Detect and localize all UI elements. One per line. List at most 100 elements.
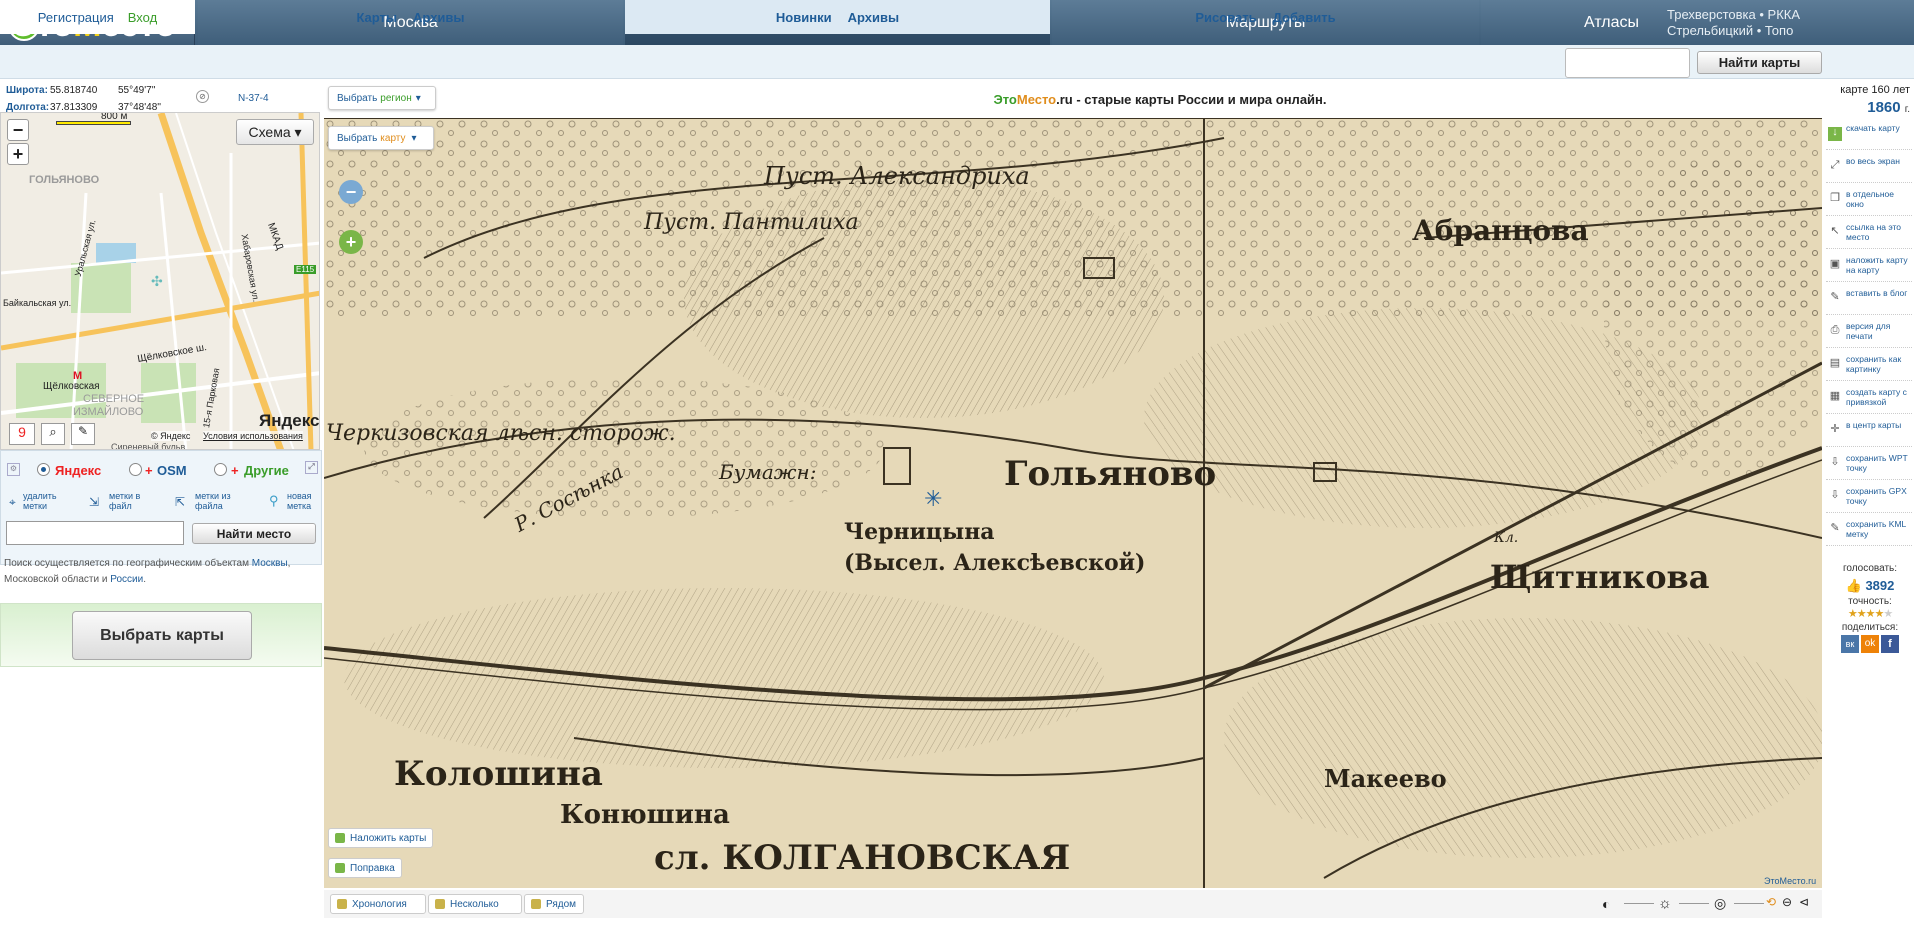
save-image-icon: ▤ [1829, 357, 1841, 369]
find-place-button[interactable]: Найти место [192, 523, 316, 544]
label-alexandrikha: Пуст. Александриха [764, 162, 1030, 190]
atlas-links[interactable]: Трехверстовка • РККА Стрельбицкий • Топо [1667, 7, 1800, 39]
expand-icon[interactable]: ⤢ [305, 461, 318, 474]
map-search-input[interactable] [1565, 48, 1690, 78]
brightness-slider[interactable] [1679, 903, 1709, 904]
new-window-action[interactable]: ❐ в отдельное окно [1826, 184, 1912, 216]
yandex-layer-label[interactable]: Яндекс [55, 463, 101, 478]
download-map-action[interactable]: ↓ скачать карту [1826, 118, 1912, 150]
thumbs-up-icon[interactable]: 👍 [1846, 578, 1862, 593]
draw-link[interactable]: Рисовать [1195, 10, 1256, 25]
search-note-moscow-link[interactable]: Москвы [252, 558, 288, 569]
brightness-icon[interactable]: ☼ [1658, 895, 1672, 912]
nav-atlases-label[interactable]: Атласы [1584, 0, 1639, 45]
chronology-button[interactable]: Хронология [330, 894, 426, 914]
opacity-slider[interactable] [1734, 903, 1764, 904]
contrast-icon[interactable]: ◐ [1602, 896, 1610, 912]
place-search-input[interactable] [6, 521, 184, 545]
overlay-action[interactable]: ▣ наложить карту на карту [1826, 250, 1912, 282]
search-note: Поиск осуществляется по географическим о… [4, 556, 316, 588]
archives-link[interactable]: Архивы [413, 10, 464, 25]
minus-icon[interactable]: ⊖ [1782, 895, 1792, 909]
search-note-russia-link[interactable]: России [110, 574, 143, 585]
gpx-icon: ⇩ [1830, 489, 1840, 501]
kml-icon: ✎ [1830, 522, 1840, 534]
ruler-tool-icon[interactable]: ✎ [71, 423, 95, 445]
yandex-radio[interactable] [37, 463, 50, 476]
minimap-zoom-out-button[interactable]: − [7, 119, 29, 141]
historical-map[interactable]: Пуст. Александриха Пуст. Пантилиха Абран… [324, 118, 1822, 888]
new-mark-icon[interactable]: ⚲ [269, 493, 279, 509]
wpt-action[interactable]: ⇩ сохранить WPT точку [1826, 448, 1912, 480]
login-link[interactable]: Вход [128, 10, 157, 25]
fullscreen-action[interactable]: ⤢ во весь экран [1826, 151, 1912, 183]
other-layer-label[interactable]: Другие [244, 463, 289, 478]
select-map-dropdown[interactable]: Выбрать карту ▾ [328, 126, 434, 150]
osm-layer-label[interactable]: OSM [157, 463, 187, 478]
map-credits[interactable]: ЭтоМесто.ru [1764, 876, 1816, 886]
find-maps-button[interactable]: Найти карты [1697, 51, 1822, 74]
opacity-icon[interactable]: ◎ [1714, 895, 1726, 912]
magnifier-tool-icon[interactable]: ⌕ [41, 423, 65, 445]
choose-maps-button[interactable]: Выбрать карты [72, 611, 252, 660]
atlas-links-line1[interactable]: Трехверстовка • РККА [1667, 7, 1800, 23]
regions-archives-link[interactable]: Архивы [848, 10, 899, 25]
create-map-action[interactable]: ▦ создать карту с привязкой [1826, 382, 1912, 414]
compass-icon[interactable]: ⊘ [196, 90, 209, 103]
marks-to-file-icon[interactable]: ⇲ [89, 495, 99, 509]
chronology-icon [337, 899, 347, 909]
map-zoom-out-button[interactable]: − [339, 180, 363, 204]
vk-icon[interactable]: вк [1841, 635, 1859, 653]
side-by-side-button[interactable]: Рядом [524, 894, 584, 914]
print-action[interactable]: ⎙ версия для печати [1826, 316, 1912, 348]
nav-atlases[interactable]: Атласы Трехверстовка • РККА Стрельбицкий… [1481, 0, 1914, 45]
regions-subnav: Новинки Архивы [625, 0, 1050, 34]
facebook-icon[interactable]: f [1881, 635, 1899, 653]
select-region-label-b: регион [380, 92, 412, 104]
embed-action[interactable]: ✎ вставить в блог [1826, 283, 1912, 315]
news-link[interactable]: Новинки [776, 10, 832, 25]
back-icon[interactable]: ⊲ [1799, 895, 1809, 909]
add-link[interactable]: Добавить [1273, 10, 1336, 25]
star-4[interactable]: ★ [1874, 608, 1884, 620]
terms-link[interactable]: Условия использования [203, 431, 303, 441]
delete-marks-icon[interactable]: ⌖ [9, 495, 16, 510]
accuracy-stars[interactable]: ★★★★★ [1830, 607, 1910, 620]
map-zoom-in-button[interactable]: + [339, 230, 363, 254]
new-mark-link[interactable]: новая метка [287, 491, 321, 511]
select-region-dropdown[interactable]: Выбрать регион ▾ [328, 86, 436, 110]
link-action[interactable]: ↖ ссылка на это место [1826, 217, 1912, 249]
label-cherkizovskaya: Черкизовская лѣсн. сторож. [326, 421, 676, 446]
marks-to-file-link[interactable]: метки в файл [109, 491, 149, 511]
center-action[interactable]: ✛ в центр карты [1826, 415, 1912, 447]
marks-from-file-link[interactable]: метки из файла [195, 491, 239, 511]
other-radio[interactable] [214, 463, 227, 476]
kml-action[interactable]: ✎ сохранить KML метку [1826, 514, 1912, 546]
minimap-zoom-in-button[interactable]: + [7, 143, 29, 165]
reset-icon[interactable]: ⟲ [1766, 895, 1776, 909]
star-1[interactable]: ★ [1848, 608, 1858, 620]
link-label: ссылка на это место [1846, 222, 1902, 242]
register-link[interactable]: Регистрация [38, 10, 114, 25]
save-image-action[interactable]: ▤ сохранить как картинку [1826, 349, 1912, 381]
several-button[interactable]: Несколько [428, 894, 522, 914]
overlay-label: наложить карту на карту [1846, 255, 1908, 275]
star-2[interactable]: ★ [1857, 608, 1867, 620]
marker-tool-icon[interactable]: 9 [9, 423, 35, 445]
map-type-select[interactable]: Схема ▾ [236, 119, 314, 145]
center-icon: ✛ [1830, 423, 1840, 435]
search-note-prefix: Поиск осуществляется по географическим о… [4, 558, 252, 569]
overlay-maps-button[interactable]: Наложить карты [328, 828, 434, 848]
star-5[interactable]: ★ [1883, 608, 1893, 620]
correction-label: Поправка [350, 862, 395, 874]
maps-link[interactable]: Карты [356, 10, 397, 25]
odnoklassniki-icon[interactable]: ok [1861, 635, 1879, 653]
delete-marks-link[interactable]: удалить метки [23, 491, 68, 511]
marks-from-file-icon[interactable]: ⇱ [175, 495, 185, 509]
correction-button[interactable]: Поправка [328, 858, 402, 878]
atlas-links-line2[interactable]: Стрельбицкий • Топо [1667, 23, 1800, 39]
gpx-action[interactable]: ⇩ сохранить GPX точку [1826, 481, 1912, 513]
osm-radio[interactable] [129, 463, 142, 476]
minimap[interactable]: ГОЛЬЯНОВО Щёлковская СЕВЕРНОЕ ИЗМАЙЛОВО … [0, 112, 320, 450]
contrast-slider[interactable] [1624, 903, 1654, 904]
